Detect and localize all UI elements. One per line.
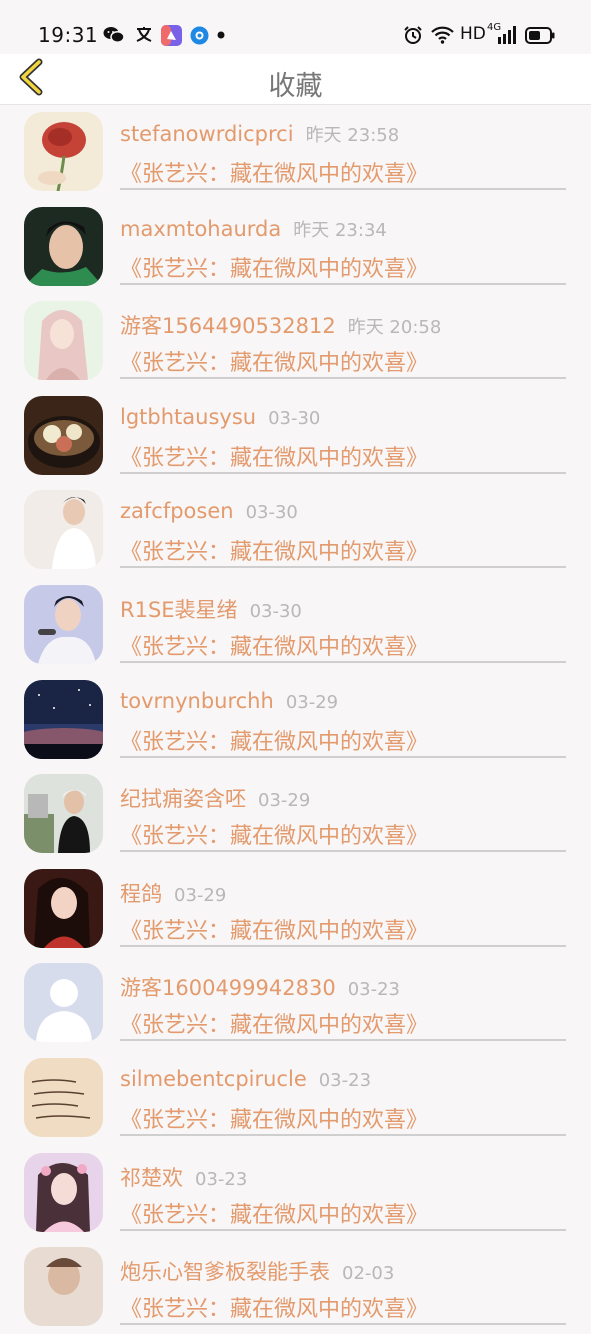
item-title: 《张艺兴：藏在微风中的欢喜》 [120, 162, 429, 187]
user-name: tovrnynburchh [120, 688, 274, 713]
user-name: 游客1600499942830 [120, 976, 336, 1001]
user-name: 纪拭痈姿含呸 [120, 787, 246, 812]
divider [120, 1039, 566, 1042]
avatar [24, 301, 103, 381]
item-title: 《张艺兴：藏在微风中的欢喜》 [120, 729, 429, 755]
dot-icon [215, 24, 227, 46]
avatar [24, 1152, 103, 1232]
row-time: 03-29 [258, 790, 311, 812]
item-title: 《张艺兴：藏在微风中的欢喜》 [120, 445, 429, 471]
row-time: 03-30 [245, 502, 298, 524]
item-title: 《张艺兴：藏在微风中的欢喜》 [120, 918, 429, 944]
app-icon [160, 24, 182, 46]
row-time: 昨天 23:34 [293, 219, 387, 241]
list-item[interactable]: zafcfposen 03-30 《张艺兴：藏在微风中的欢喜》 [0, 482, 591, 577]
list-item[interactable]: 祁楚欢 03-23 《张艺兴：藏在微风中的欢喜》 [0, 1145, 591, 1240]
user-name: 祁楚欢 [120, 1165, 183, 1190]
list-item[interactable]: 炮乐心智爹板裂能手表 02-03 《张艺兴：藏在微风中的欢喜》 [0, 1239, 591, 1334]
avatar [24, 112, 103, 191]
user-name: 游客1564490532812 [120, 314, 336, 339]
divider [120, 1323, 566, 1326]
divider [120, 755, 566, 758]
item-title: 《张艺兴：藏在微风中的欢喜》 [120, 1297, 429, 1323]
list-item[interactable]: 游客1600499942830 03-23 《张艺兴：藏在微风中的欢喜》 [0, 955, 591, 1050]
wechat-icon [103, 24, 125, 46]
avatar [24, 1247, 103, 1327]
avatar [24, 868, 103, 948]
alarm-icon [402, 24, 424, 46]
user-name: silmebentcpirucle [120, 1066, 307, 1091]
divider [120, 566, 566, 569]
item-title: 《张艺兴：藏在微风中的欢喜》 [120, 256, 429, 282]
user-name: R1SE裴星绪 [120, 597, 238, 622]
list-item[interactable]: 游客1564490532812 昨天 20:58 《张艺兴：藏在微风中的欢喜》 [0, 293, 591, 388]
item-title: 《张艺兴：藏在微风中的欢喜》 [120, 634, 429, 660]
divider [120, 944, 566, 947]
wifi-icon [430, 24, 454, 46]
favorites-list: stefanowrdicprci 昨天 23:58 《张艺兴：藏在微风中的欢喜》 … [0, 104, 591, 1334]
avatar [24, 395, 103, 475]
avatar [24, 963, 103, 1043]
item-title: 《张艺兴：藏在微风中的欢喜》 [120, 1107, 429, 1133]
divider [120, 188, 566, 190]
divider [120, 1228, 566, 1231]
user-name: stefanowrdicprci [120, 122, 294, 146]
row-time: 03-23 [347, 979, 401, 1001]
divider [120, 471, 566, 474]
divider [120, 1133, 566, 1136]
user-name: zafcfposen [120, 499, 234, 524]
status-bar: 19:31 HD 4G [0, 0, 591, 54]
signal-icon [493, 24, 517, 46]
row-time: 昨天 23:58 [305, 125, 400, 146]
list-item[interactable]: 程鸽 03-29 《张艺兴：藏在微风中的欢喜》 [0, 861, 591, 956]
avatar [24, 490, 103, 570]
row-time: 03-23 [195, 1168, 248, 1190]
user-name: 炮乐心智爹板裂能手表 [120, 1260, 330, 1285]
row-time: 03-23 [318, 1069, 372, 1091]
list-item[interactable]: stefanowrdicprci 昨天 23:58 《张艺兴：藏在微风中的欢喜》 [0, 104, 591, 199]
avatar [24, 584, 103, 664]
list-item[interactable]: silmebentcpirucle 03-23 《张艺兴：藏在微风中的欢喜》 [0, 1050, 591, 1145]
item-title: 《张艺兴：藏在微风中的欢喜》 [120, 351, 429, 377]
row-time: 03-29 [285, 691, 339, 713]
page-title: 收藏 [268, 71, 323, 102]
list-item[interactable]: R1SE裴星绪 03-30 《张艺兴：藏在微风中的欢喜》 [0, 577, 591, 672]
translate-icon [133, 24, 155, 46]
divider [120, 282, 566, 285]
list-item[interactable]: 纪拭痈姿含呸 03-29 《张艺兴：藏在微风中的欢喜》 [0, 766, 591, 861]
hd-label: HD [460, 24, 486, 44]
row-time: 昨天 20:58 [347, 317, 442, 339]
list-item[interactable]: maxmtohaurda 昨天 23:34 《张艺兴：藏在微风中的欢喜》 [0, 199, 591, 294]
user-name: maxmtohaurda [120, 216, 282, 241]
avatar [24, 206, 103, 286]
item-title: 《张艺兴：藏在微风中的欢喜》 [120, 540, 429, 566]
item-title: 《张艺兴：藏在微风中的欢喜》 [120, 1013, 429, 1039]
row-time: 03-29 [174, 884, 227, 906]
divider [120, 377, 566, 380]
battery-icon [524, 24, 556, 46]
avatar [24, 1057, 103, 1137]
row-time: 02-03 [342, 1263, 395, 1285]
list-item[interactable]: tovrnynburchh 03-29 《张艺兴：藏在微风中的欢喜》 [0, 672, 591, 767]
user-name: lgtbhtausysu [120, 404, 257, 429]
row-time: 03-30 [268, 407, 321, 429]
header-bar: 收藏 [0, 54, 591, 105]
item-title: 《张艺兴：藏在微风中的欢喜》 [120, 1202, 429, 1228]
item-title: 《张艺兴：藏在微风中的欢喜》 [120, 824, 429, 850]
divider [120, 850, 566, 853]
row-time: 03-30 [249, 600, 302, 622]
avatar [24, 774, 103, 854]
browser-icon [188, 24, 210, 46]
avatar [24, 679, 103, 759]
user-name: 程鸽 [120, 881, 162, 906]
status-time: 19:31 [38, 23, 99, 47]
divider [120, 660, 566, 663]
list-item[interactable]: lgtbhtausysu 03-30 《张艺兴：藏在微风中的欢喜》 [0, 388, 591, 483]
